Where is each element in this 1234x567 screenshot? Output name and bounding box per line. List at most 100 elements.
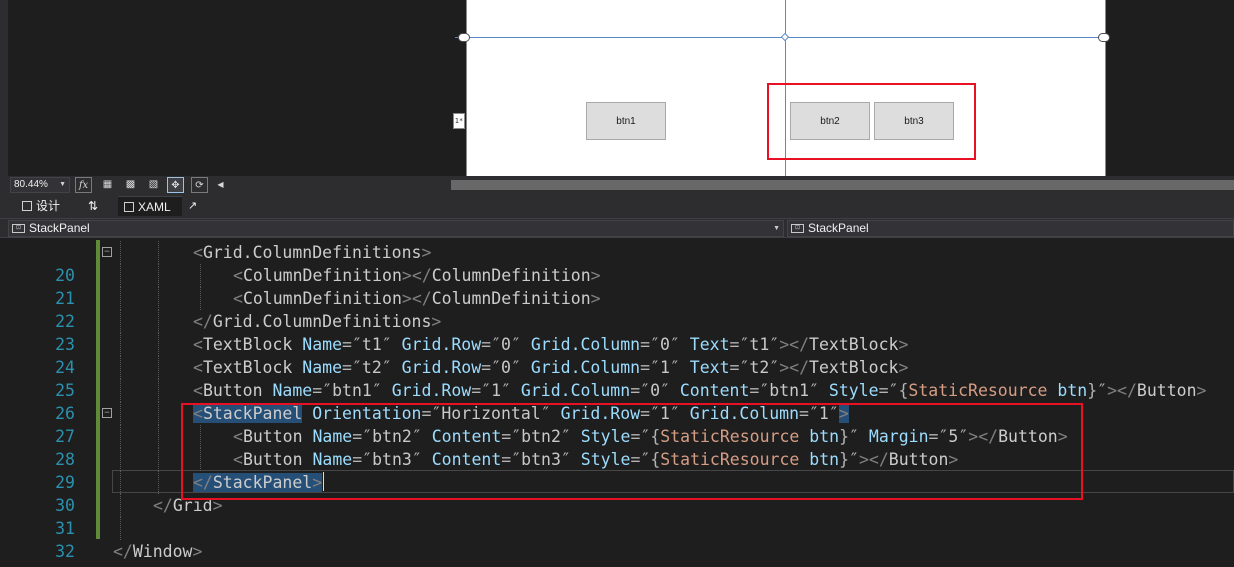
refresh-designer-icon[interactable]: ⟳: [191, 177, 208, 193]
code-line: 23 </Grid.ColumnDefinitions>: [0, 310, 1234, 354]
indent-guide: [158, 310, 159, 333]
indent-guide: [120, 287, 121, 310]
xaml-view-icon: [124, 202, 134, 212]
code-token: TextBlock: [202, 335, 293, 354]
code-token: TextBlock: [809, 358, 899, 377]
xaml-designer-surface[interactable]: 1* btn1 btn2 btn3: [0, 0, 1234, 176]
formula-fx-icon[interactable]: fx: [75, 177, 92, 193]
indent-guide: [200, 287, 201, 310]
tab-xaml-label: XAML: [138, 200, 171, 214]
grid-layout-icon[interactable]: ▦: [99, 177, 116, 193]
code-token: btn: [1057, 381, 1088, 400]
code-token: Text: [689, 358, 730, 377]
code-token: Grid.ColumnDefinitions: [202, 243, 422, 262]
indent-guide: [120, 402, 121, 425]
code-token: Grid.ColumnDefinitions: [212, 312, 432, 331]
scroll-left-icon[interactable]: ◀: [212, 177, 229, 193]
indent-guide: [158, 241, 159, 264]
indent-guide: [120, 379, 121, 402]
view-tab-bar: 设计 ⇅ XAML ↗: [0, 194, 1234, 218]
indent-guide: [158, 379, 159, 402]
code-token: t2: [361, 358, 382, 377]
left-ruler: [0, 0, 8, 176]
indent-guide: [120, 264, 121, 287]
zoom-dropdown[interactable]: 80.44% ▼: [10, 177, 70, 193]
element-icon: ⊡: [791, 224, 804, 233]
line-number: 33: [0, 563, 75, 567]
indent-guide: [158, 333, 159, 356]
popout-xaml-icon[interactable]: ↗: [182, 196, 203, 216]
code-token: ColumnDefinition: [242, 266, 402, 285]
fold-collapse-icon[interactable]: −: [102, 408, 112, 418]
element-icon: ⊡: [12, 224, 25, 233]
snap-to-lines-icon[interactable]: ✥: [167, 177, 184, 193]
indent-guide: [158, 448, 159, 471]
code-line: 24 <TextBlock Name=″t1″ Grid.Row=″0″ Gri…: [0, 333, 1234, 377]
indent-guide: [158, 356, 159, 379]
indent-guide: [158, 287, 159, 310]
code-token: 0: [501, 358, 511, 377]
code-token: Button: [202, 381, 263, 400]
code-token: t2: [749, 358, 770, 377]
row-grip-right-icon[interactable]: [1098, 33, 1110, 42]
indent-guide: [120, 471, 121, 494]
design-view-icon: [22, 201, 32, 211]
indent-guide: [120, 425, 121, 448]
code-token: btn1: [332, 381, 372, 400]
code-token: Name: [302, 335, 343, 354]
code-token: 0: [659, 335, 670, 354]
code-token: Grid.Column: [530, 358, 641, 377]
code-token: 1: [491, 381, 502, 400]
code-token: Text: [689, 335, 730, 354]
element-scope-dropdown-right[interactable]: ⊡ StackPanel: [787, 220, 1234, 237]
code-token: TextBlock: [809, 335, 899, 354]
indent-guide: [120, 310, 121, 333]
horizontal-scrollbar-thumb[interactable]: [451, 180, 1234, 190]
code-line: 20 − <Grid.ColumnDefinitions>: [0, 241, 1234, 285]
code-line: 25 <TextBlock Name=″t2″ Grid.Row=″0″ Gri…: [0, 356, 1234, 400]
indent-guide: [120, 448, 121, 471]
code-line: 21 <ColumnDefinition></ColumnDefinition>: [0, 264, 1234, 308]
tab-xaml[interactable]: XAML: [118, 196, 182, 216]
xaml-code-editor[interactable]: 20 − <Grid.ColumnDefinitions> 21 <Column…: [0, 240, 1234, 567]
code-token: 1: [659, 358, 670, 377]
code-token: ColumnDefinition: [242, 289, 402, 308]
indent-guide: [158, 264, 159, 287]
zoom-value: 80.44%: [14, 179, 48, 190]
code-token: t1: [749, 335, 770, 354]
row-grip-left-icon[interactable]: [458, 33, 470, 42]
row-size-marker[interactable]: 1*: [453, 113, 465, 129]
code-line: 22 <ColumnDefinition></ColumnDefinition>: [0, 287, 1234, 331]
code-token: Grid.Row: [401, 335, 482, 354]
code-token: Grid.Column: [530, 335, 641, 354]
element-scope-dropdown-left[interactable]: ⊡ StackPanel ▼: [8, 220, 784, 237]
tab-design[interactable]: 设计: [16, 196, 66, 216]
preview-button-btn1[interactable]: btn1: [586, 102, 666, 140]
indent-guide: [120, 333, 121, 356]
nav-right-label: StackPanel: [808, 221, 869, 235]
indent-guide: [120, 517, 121, 540]
nav-left-label: StackPanel: [29, 221, 90, 235]
code-token: TextBlock: [202, 358, 293, 377]
code-token: 0: [650, 381, 660, 400]
navigation-bar: ⊡ StackPanel ▼ ⊡ StackPanel: [0, 218, 1234, 238]
code-token: Grid.Row: [391, 381, 472, 400]
code-line: 33 </Window>: [0, 540, 1234, 567]
fold-collapse-icon[interactable]: −: [102, 247, 112, 257]
snap-gridlines-icon[interactable]: ▩: [122, 177, 139, 193]
code-line: 26 <Button Name=″btn1″ Grid.Row=″1″ Grid…: [0, 379, 1234, 423]
checkerboard-icon[interactable]: ▧: [145, 177, 162, 193]
code-token: Content: [679, 381, 750, 400]
code-token: btn1: [769, 381, 810, 400]
code-token: t1: [361, 335, 382, 354]
code-token: Name: [272, 381, 313, 400]
code-line: 32: [0, 517, 1234, 561]
indent-guide: [200, 264, 201, 287]
code-token: 0: [501, 335, 511, 354]
code-token: Name: [302, 358, 343, 377]
swap-panes-button[interactable]: ⇅: [82, 196, 104, 216]
code-token: Window: [132, 542, 193, 561]
code-token: StaticResource: [908, 381, 1048, 400]
code-token: ColumnDefinition: [431, 289, 591, 308]
indent-guide: [120, 241, 121, 264]
